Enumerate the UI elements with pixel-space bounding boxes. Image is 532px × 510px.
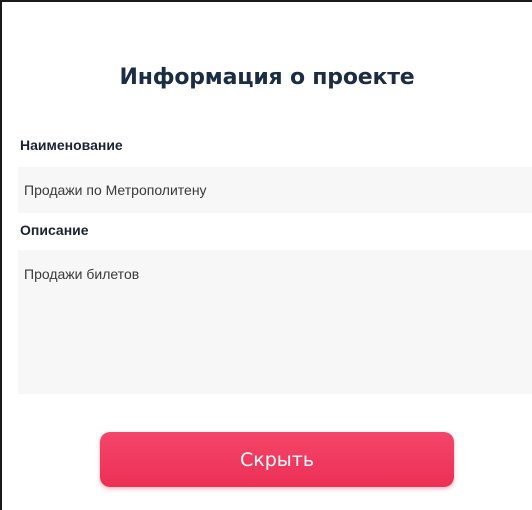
project-info-panel: Информация о проекте Наименование Продаж… xyxy=(0,0,532,510)
panel-title: Информация о проекте xyxy=(119,65,415,90)
name-field[interactable]: Продажи по Метрополитену xyxy=(18,167,532,213)
description-label: Описание xyxy=(20,222,89,238)
hide-button[interactable]: Скрыть xyxy=(100,432,454,487)
name-label: Наименование xyxy=(20,137,123,153)
description-field[interactable]: Продажи билетов xyxy=(18,250,532,394)
